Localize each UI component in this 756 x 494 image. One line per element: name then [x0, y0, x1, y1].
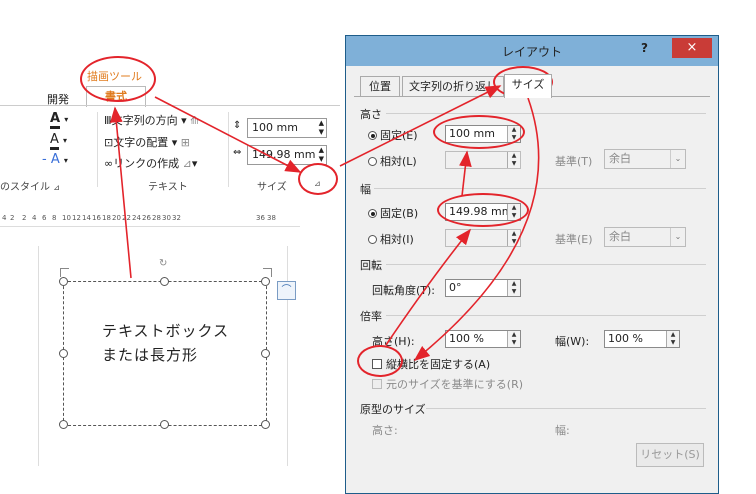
annotation-arrows [109, 85, 540, 362]
arrow-width-to-height [459, 150, 472, 197]
tab-size[interactable]: サイズ [504, 74, 552, 98]
arrow-lock-to-width [385, 228, 471, 346]
arrow-textbox-to-tab [109, 106, 132, 279]
arrow-launcher-to-size [339, 85, 502, 167]
arrow-tab-to-launcher [154, 96, 302, 173]
arrow-size-to-lock [413, 97, 540, 362]
